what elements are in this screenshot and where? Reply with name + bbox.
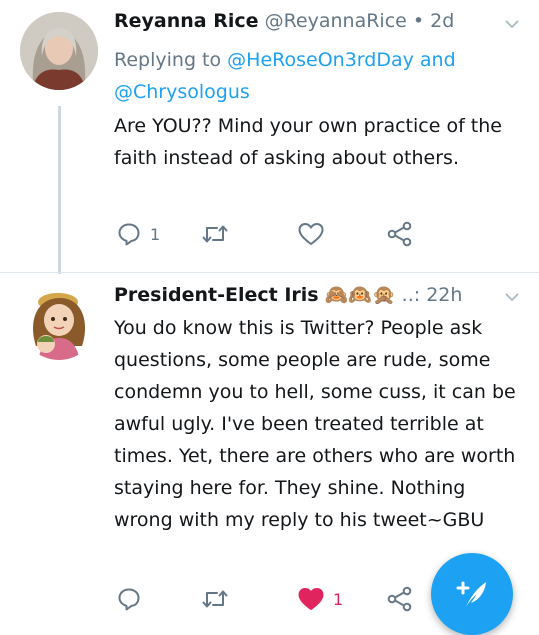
name-emoji: 🙈🙉🙊 (324, 284, 396, 306)
compose-tweet-button[interactable] (431, 553, 513, 635)
share-icon (387, 586, 412, 612)
compose-tweet-icon (456, 581, 486, 607)
author-handle[interactable]: @ReyannaRice (265, 10, 407, 32)
reply-icon (118, 588, 140, 611)
reply-icon (118, 223, 140, 246)
tweet-text: You do know this is Twitter? People ask … (114, 317, 516, 531)
avatar-reyanna-rice[interactable] (20, 12, 98, 90)
tweet-header: Reyanna Rice @ReyannaRice • 2d (114, 10, 519, 32)
author-name[interactable]: Reyanna Rice (114, 10, 259, 32)
chevron-down-icon[interactable] (505, 14, 519, 29)
reply-button[interactable] (116, 584, 142, 614)
author-name[interactable]: President-Elect Iris (114, 284, 319, 306)
truncated-handle: ..: (401, 284, 421, 306)
replying-to-prefix: Replying to (114, 49, 222, 71)
avatar-president-elect-iris[interactable] (20, 282, 98, 360)
heart-icon (298, 223, 324, 245)
tweet-actions: 1 (114, 584, 434, 614)
like-button[interactable] (297, 219, 325, 249)
chevron-down-icon[interactable] (505, 287, 519, 302)
reply-button[interactable]: 1 (116, 219, 160, 249)
like-count: 1 (333, 589, 344, 609)
heart-icon (298, 588, 324, 610)
like-button[interactable]: 1 (297, 584, 343, 614)
share-button[interactable] (386, 219, 414, 249)
mention-link[interactable]: @Chrysologus (114, 81, 250, 103)
mention-link[interactable]: @HeRoseOn3rdDay (227, 49, 414, 71)
retweet-icon (202, 225, 228, 243)
separator-dot: • (412, 10, 425, 32)
tweet-actions: 1 (114, 219, 434, 249)
retweet-button[interactable] (201, 219, 229, 249)
tweet-time[interactable]: 2d (430, 10, 454, 32)
retweet-icon (202, 590, 228, 608)
reply-count: 1 (150, 224, 161, 244)
tweet-reyanna-rice[interactable]: Reyanna Rice @ReyannaRice • 2d Replying … (0, 0, 539, 274)
tweet-time[interactable]: 22h (426, 284, 462, 306)
thread-connector-line (58, 106, 61, 274)
share-button[interactable] (386, 584, 414, 614)
share-icon (387, 221, 412, 247)
tweet-header: President-Elect Iris 🙈🙉🙊 ..: 22h (114, 283, 519, 306)
tweet-text: Are YOU?? Mind your own practice of the … (114, 115, 502, 169)
replying-to: Replying to @HeRoseOn3rdDay and @Chrysol… (114, 44, 514, 108)
replying-to-joiner: and (419, 49, 456, 71)
retweet-button[interactable] (201, 584, 229, 614)
